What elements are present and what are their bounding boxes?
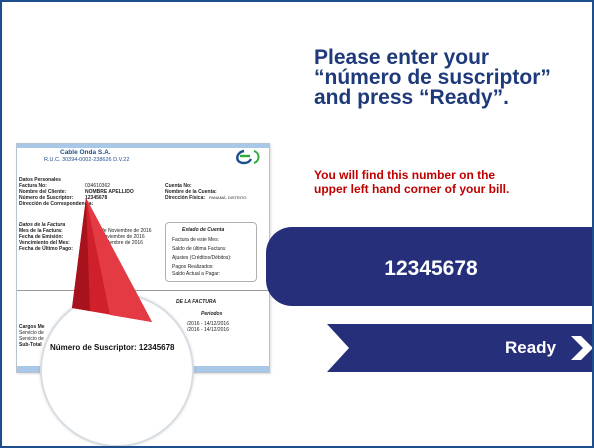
subscriber-number-value: 12345678 bbox=[384, 257, 478, 280]
bill-estado-item-2: Ajustes (Créditos/Débitos): bbox=[172, 255, 232, 261]
bill-detail-title: DE LA FACTURA bbox=[176, 299, 217, 305]
ready-button[interactable]: Ready bbox=[327, 324, 592, 372]
bill-divider bbox=[17, 290, 269, 291]
bill-charge-3: Sub-Total bbox=[19, 342, 42, 348]
bill-estado-item-4: Saldo Actual a Pagar: bbox=[172, 271, 221, 277]
cable-onda-logo-icon bbox=[236, 149, 260, 165]
instruction-line-3: and press “Ready”. bbox=[314, 86, 509, 109]
magnifier-subscriber-label: Número de Suscriptor: 12345678 bbox=[50, 343, 175, 352]
subscriber-number-field[interactable]: 12345678 bbox=[266, 227, 592, 306]
chevron-right-icon bbox=[571, 336, 592, 360]
instruction-heading: Please enter your “número de suscriptor”… bbox=[314, 46, 584, 109]
hint-line-1: You will find this number on the bbox=[314, 168, 496, 182]
instruction-line-2: “número de suscriptor” bbox=[314, 66, 551, 89]
bill-estado-item-1: Saldo de última Factura: bbox=[172, 246, 227, 252]
magnifier-lens bbox=[40, 293, 194, 446]
bill-periods-title: Periodos bbox=[201, 311, 223, 317]
bill-estado-item-0: Factura de este Mes: bbox=[172, 237, 219, 243]
bill-date-label-3: Fecha de Último Pago: bbox=[19, 246, 73, 252]
bill-value-2: 12345678 bbox=[85, 195, 108, 201]
bill-label-4: Dirección de Correspondencia: bbox=[19, 201, 94, 207]
bill-company: Cable Onda S.A. bbox=[60, 149, 111, 156]
bill-ruc: R.U.C. 30394-0002-238626 D.V.22 bbox=[44, 157, 130, 163]
bill-right-address: PANAMÁ, DISTRITO bbox=[209, 195, 247, 200]
ready-button-label: Ready bbox=[505, 338, 557, 357]
screen-frame: Cable Onda S.A. R.U.C. 30394-0002-238626… bbox=[0, 0, 594, 448]
bill-account-status-box: Estado de Cuenta Factura de este Mes: Sa… bbox=[165, 222, 257, 282]
instruction-line-1: Please enter your bbox=[314, 46, 490, 69]
bill-period-1: /2016 - 14/12/2016 bbox=[187, 327, 229, 333]
bill-right-label-2: Dirección Física: bbox=[165, 195, 206, 201]
hint-line-2: upper left hand corner of your bill. bbox=[314, 182, 510, 196]
bill-estado-title: Estado de Cuenta bbox=[182, 227, 225, 233]
bill-date-value-2: Diciembre de 2016 bbox=[101, 240, 143, 246]
bill-estado-item-3: Pagos Realizados: bbox=[172, 264, 214, 270]
hint-text: You will find this number on the upper l… bbox=[314, 168, 589, 196]
